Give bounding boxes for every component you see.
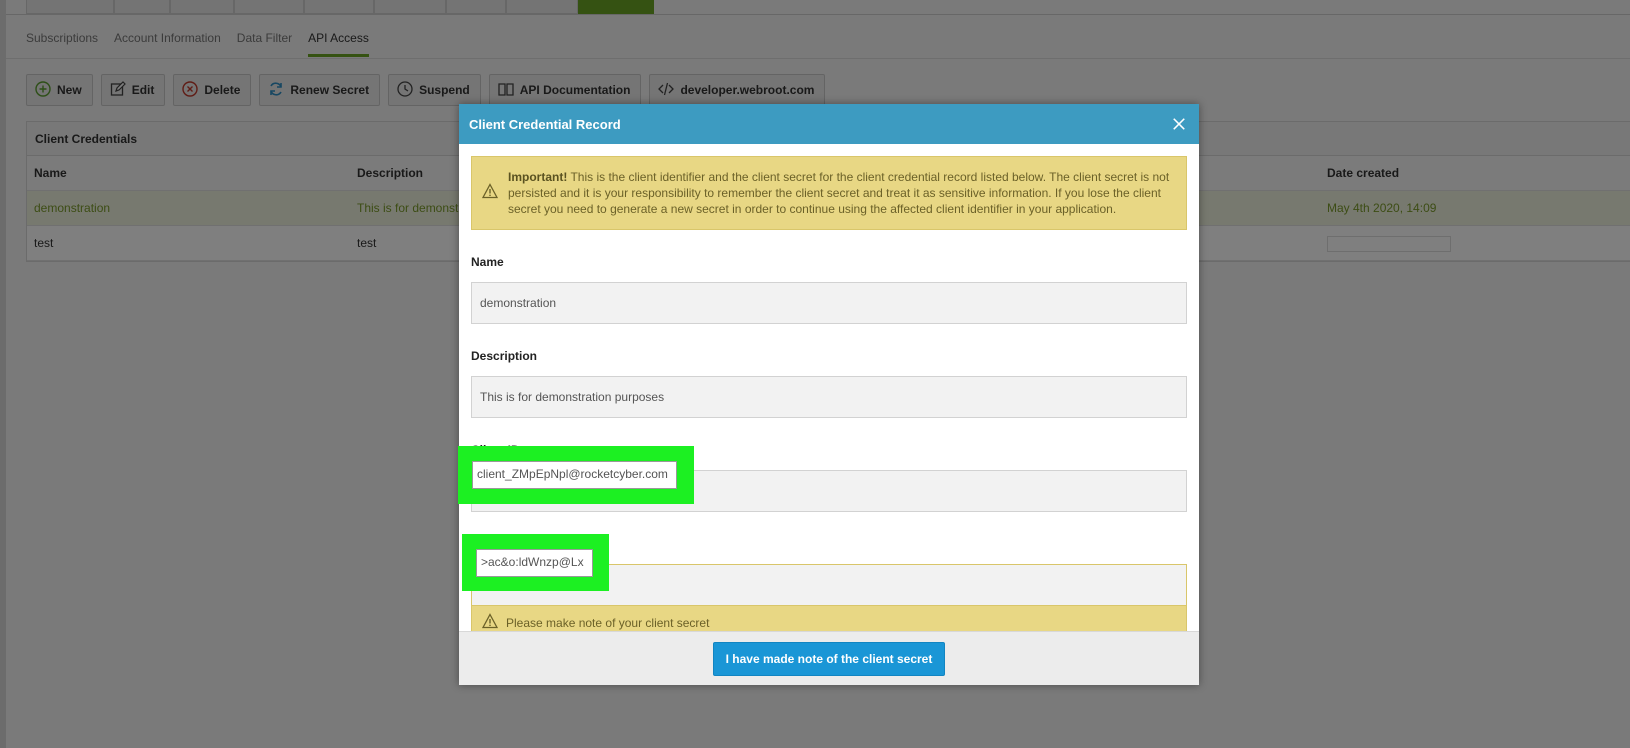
close-icon [1173,118,1185,130]
alert-strong: Important! [508,170,568,184]
description-field[interactable]: This is for demonstration purposes [471,376,1187,418]
client-id-value[interactable]: client_ZMpEpNpl@rocketcyber.com [472,461,677,489]
alert-text: This is the client identifier and the cl… [508,170,1170,216]
name-label: Name [471,255,504,269]
close-button[interactable] [1169,114,1189,134]
description-label: Description [471,349,538,363]
warning-icon [481,613,499,632]
dialog-title: Client Credential Record [469,116,621,132]
client-credential-dialog: Client Credential Record Important! This… [459,104,1199,685]
highlight-annotation: client_ZMpEpNpl@rocketcyber.com [458,446,694,504]
confirm-noted-button[interactable]: I have made note of the client secret [712,641,946,676]
warning-icon [481,183,499,203]
dialog-header: Client Credential Record [459,104,1199,144]
client-secret-value[interactable]: >ac&o:ldWnzp@Lx [476,549,593,577]
highlight-annotation: >ac&o:ldWnzp@Lx [462,534,609,591]
dialog-footer: I have made note of the client secret [459,631,1199,685]
secret-warning-text: Please make note of your client secret [506,615,710,630]
name-field[interactable]: demonstration [471,282,1187,324]
alert-message: Important! This is the client identifier… [508,169,1176,217]
important-alert: Important! This is the client identifier… [471,156,1187,230]
